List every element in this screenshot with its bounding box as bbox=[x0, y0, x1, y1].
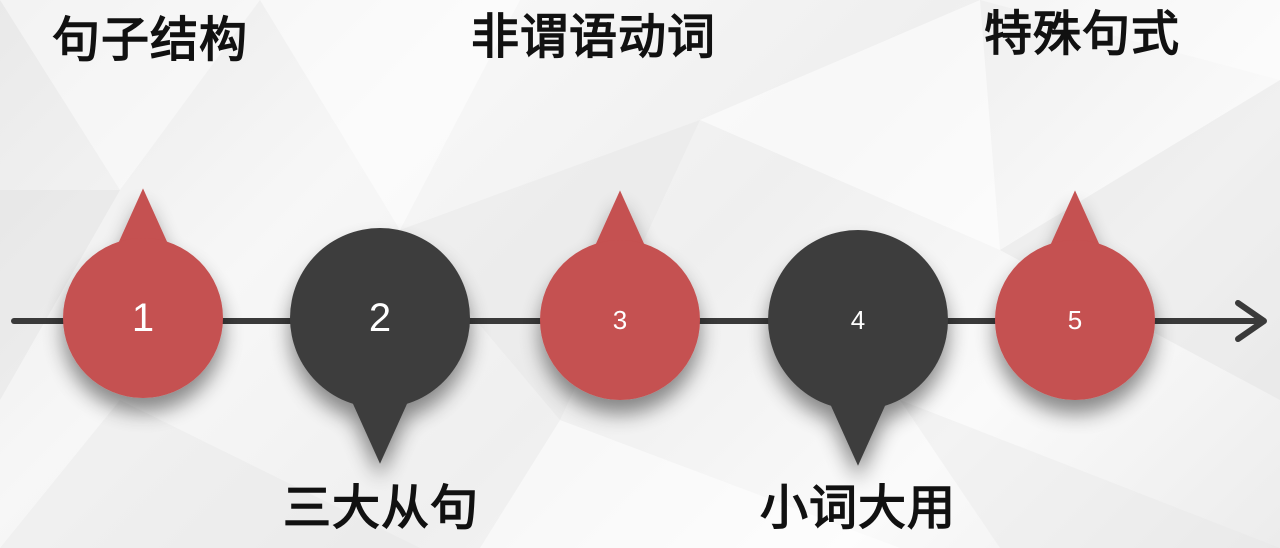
step-3-label: 非谓语动词 bbox=[471, 9, 717, 65]
step-4-label: 小词大用 bbox=[760, 480, 957, 536]
timeline-node-5: 5 bbox=[995, 190, 1155, 400]
timeline-node-3: 3 bbox=[540, 190, 700, 400]
timeline-node-4: 4 bbox=[768, 230, 948, 466]
slide-canvas: 1 2 3 4 5 句子结构 三大从句 非谓语动词 小词大用 特殊句式 bbox=[0, 0, 1280, 548]
node-4-number: 4 bbox=[851, 305, 865, 335]
timeline-node-1: 1 bbox=[63, 188, 223, 398]
timeline-diagram: 1 2 3 4 5 bbox=[11, 188, 1267, 466]
step-1-label: 句子结构 bbox=[52, 12, 249, 68]
node-5-number: 5 bbox=[1068, 305, 1082, 335]
node-1-number: 1 bbox=[132, 296, 154, 340]
step-5-label: 特殊句式 bbox=[984, 6, 1181, 62]
timeline-node-2: 2 bbox=[290, 228, 470, 464]
node-2-number: 2 bbox=[369, 296, 391, 340]
step-2-label: 三大从句 bbox=[283, 480, 480, 536]
node-3-number: 3 bbox=[613, 305, 627, 335]
